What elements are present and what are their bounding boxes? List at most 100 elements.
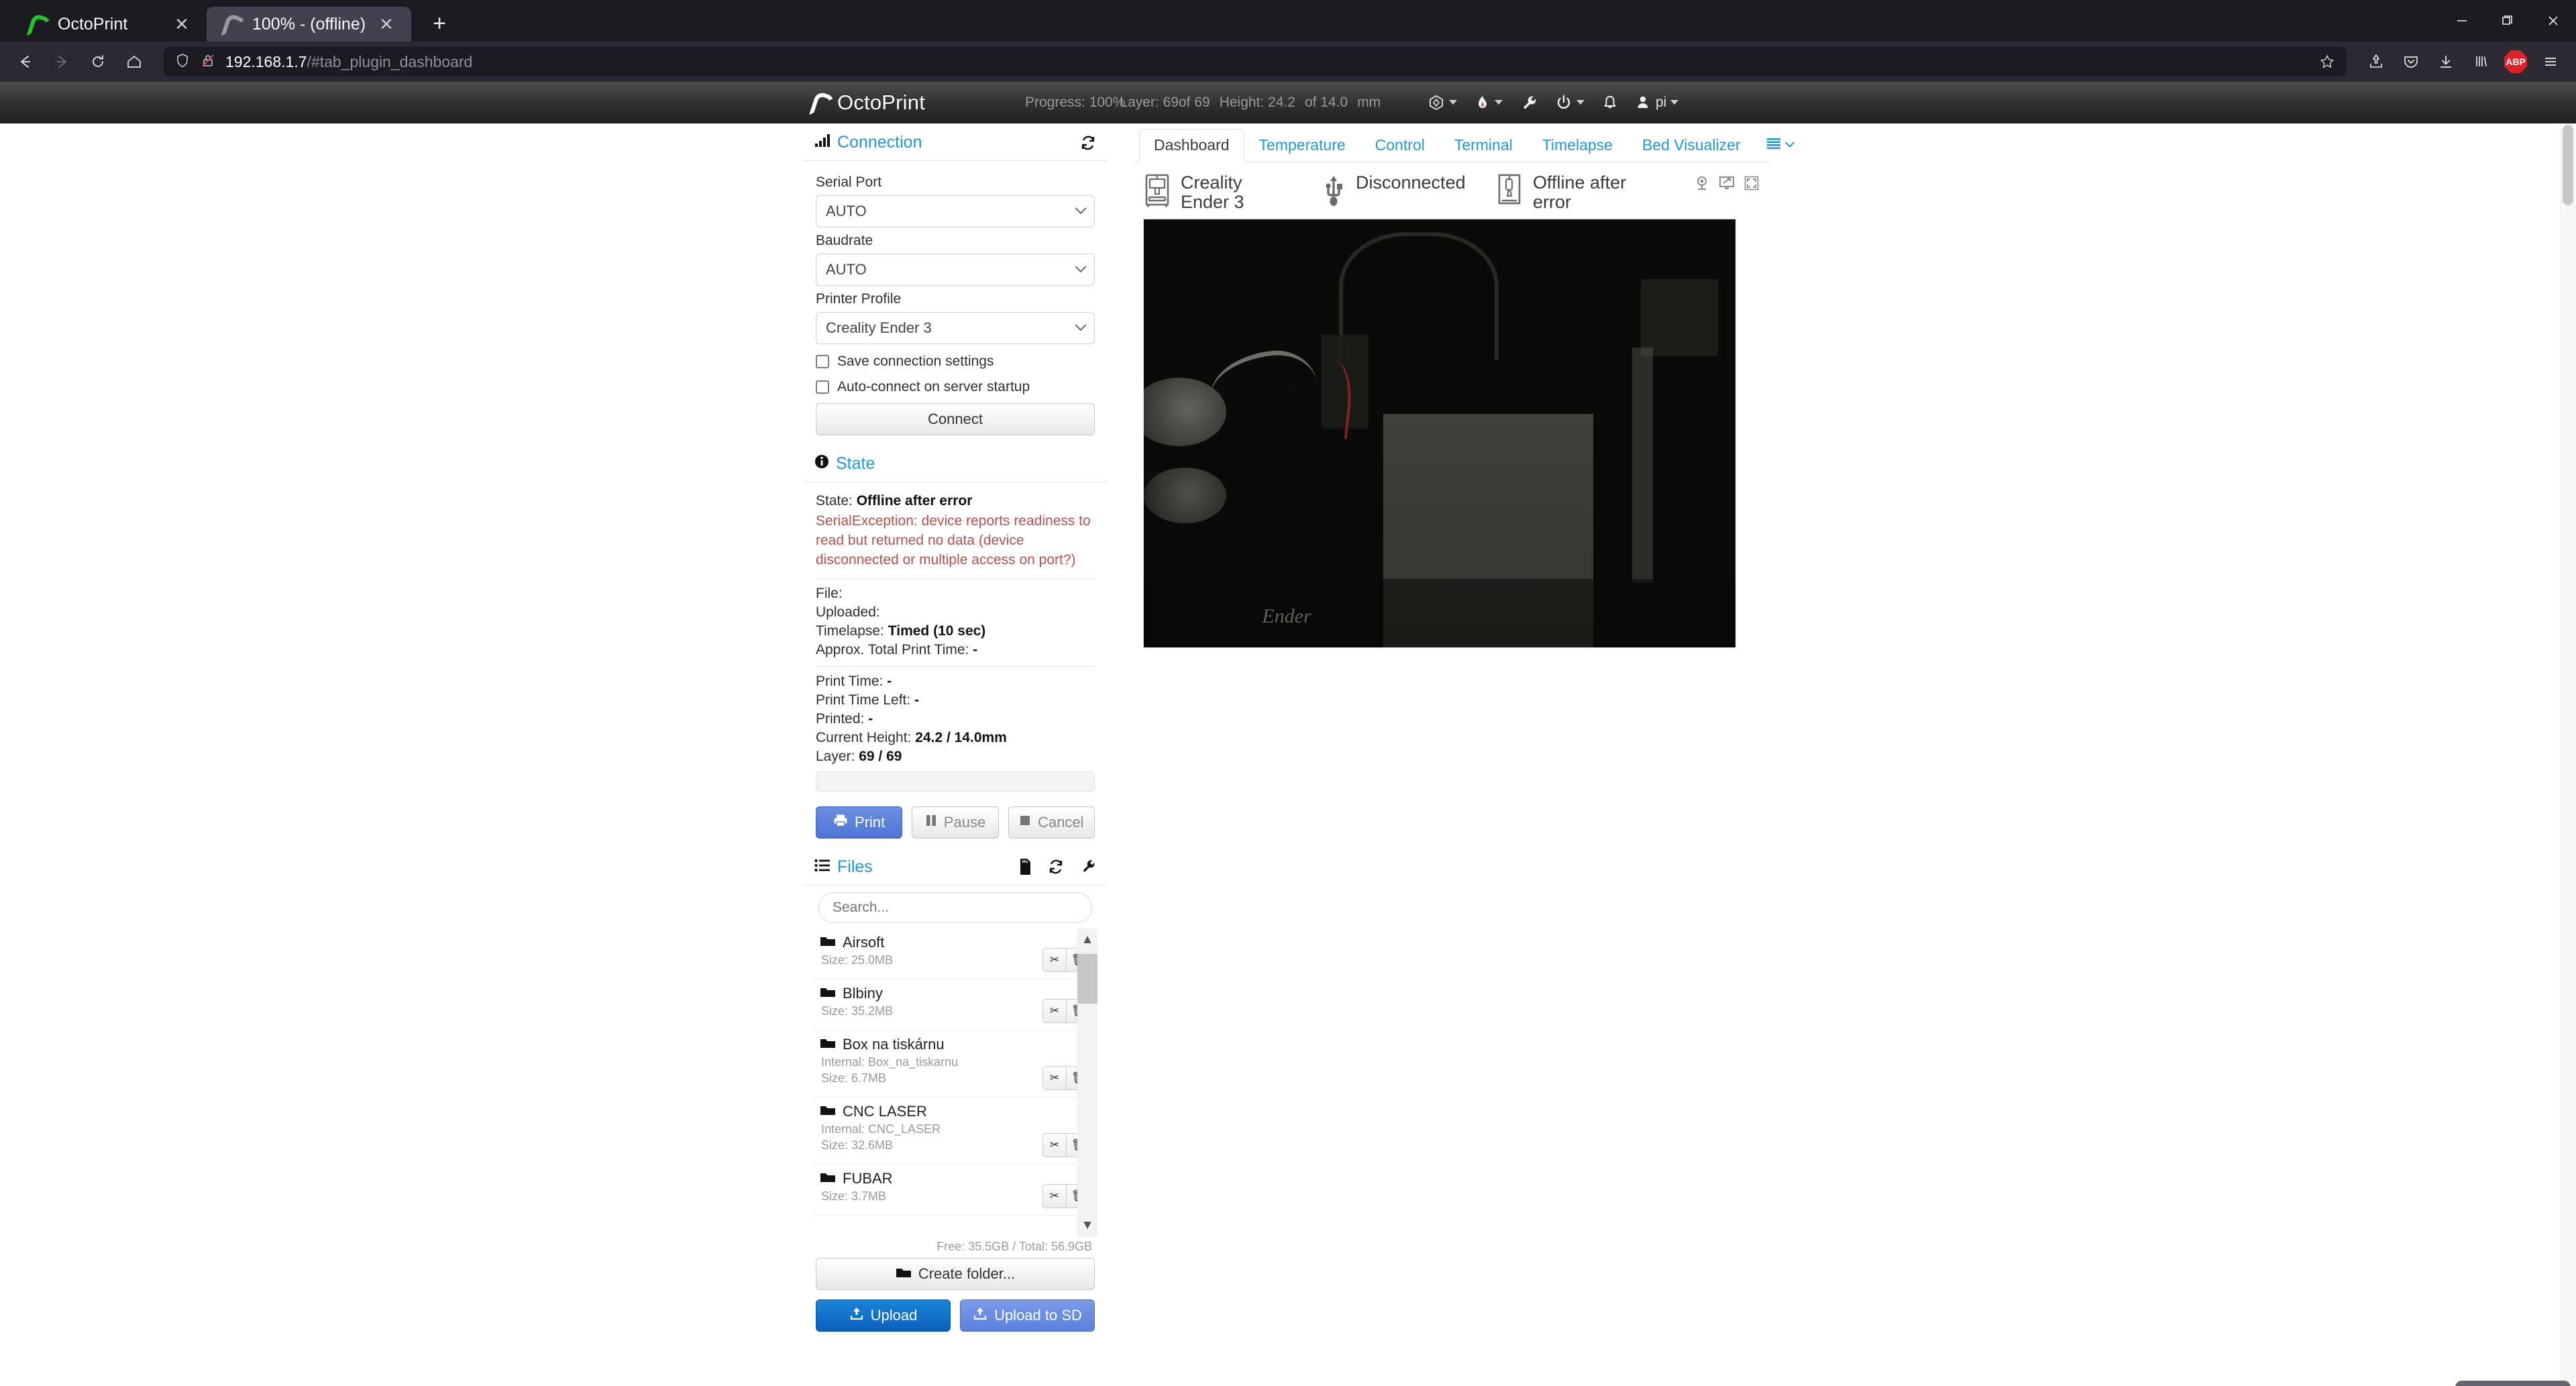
upload-button[interactable]: Upload	[816, 1299, 951, 1332]
status-height-total: of 14.0	[1304, 94, 1348, 110]
printer-3d-icon	[1143, 173, 1171, 211]
shield-icon[interactable]	[174, 52, 191, 72]
state-row-timelapse: Timelapse: Timed (10 sec)	[816, 623, 1095, 639]
cancel-button[interactable]: Cancel	[1008, 806, 1095, 839]
browser-tab-offline[interactable]: 100% - (offline) ✕	[207, 7, 412, 42]
bookmark-star-icon[interactable]	[2318, 53, 2336, 70]
status-layer-total: of 69	[1178, 94, 1210, 110]
row-value: -	[887, 673, 892, 689]
notifications-bell-icon[interactable]	[1602, 94, 1618, 111]
state-row-total-print-time: Approx. Total Print Time: -	[816, 642, 1095, 658]
files-list[interactable]: Airsoft Size: 25.0MB ✂ 🗑 Blbiny	[813, 928, 1097, 1237]
dashboard-connection-widget: Disconnected	[1321, 173, 1495, 211]
app-menu-icon[interactable]	[2534, 46, 2567, 78]
user-menu[interactable]: pi	[1635, 94, 1679, 111]
print-button[interactable]: Print	[816, 806, 903, 839]
octoprint-status-summary: Progress: 100% Layer: 69 of 69 Height: 2…	[1025, 95, 1390, 111]
new-tab-button[interactable]: +	[426, 12, 453, 35]
serial-port-select[interactable]: AUTO	[816, 195, 1095, 227]
octoprint-brand[interactable]: OctoPrint	[809, 91, 925, 115]
tab-terminal[interactable]: Terminal	[1440, 129, 1527, 162]
browser-tab-octoprint[interactable]: OctoPrint ✕	[12, 7, 207, 42]
file-move-icon[interactable]: ✂	[1042, 947, 1067, 972]
file-move-icon[interactable]: ✂	[1042, 998, 1067, 1023]
file-move-icon[interactable]: ✂	[1042, 1132, 1067, 1157]
browser-tabstrip: OctoPrint ✕ 100% - (offline) ✕ +	[0, 0, 2576, 42]
create-folder-button[interactable]: Create folder...	[816, 1257, 1095, 1290]
scrollbar-thumb[interactable]	[1077, 953, 1097, 1004]
forward-arrow-icon[interactable]	[46, 46, 78, 78]
state-panel-header[interactable]: State	[804, 445, 1107, 482]
file-list-item[interactable]: Airsoft Size: 25.0MB ✂ 🗑	[813, 928, 1097, 979]
page-scrollbar-thumb[interactable]	[2563, 125, 2573, 205]
files-title-text: Files	[837, 857, 873, 876]
temperature-flame-icon[interactable]	[1474, 94, 1503, 111]
main-tab-bar: Dashboard Temperature Control Terminal T…	[1134, 123, 1794, 162]
pause-button[interactable]: Pause	[912, 806, 999, 839]
file-list-item[interactable]: CNC LASER Internal: CNC_LASER Size: 32.6…	[813, 1098, 1097, 1165]
downloads-icon[interactable]	[2430, 46, 2462, 78]
files-search-input[interactable]	[818, 892, 1092, 923]
save-connection-settings-checkbox[interactable]: Save connection settings	[816, 354, 1095, 370]
connection-panel-header[interactable]: Connection	[804, 123, 1107, 161]
close-button[interactable]	[2530, 0, 2576, 42]
webcam-icon[interactable]	[1695, 176, 1709, 194]
power-icon[interactable]	[1555, 94, 1585, 111]
status-units: mm	[1357, 94, 1381, 110]
restore-button[interactable]	[2485, 0, 2530, 42]
tab-overflow-menu[interactable]	[1756, 130, 1804, 162]
folder-icon	[896, 1265, 912, 1283]
tab-temperature[interactable]: Temperature	[1244, 129, 1360, 162]
rotate-screen-icon[interactable]	[1719, 176, 1735, 194]
webcam-filament-tube	[1207, 345, 1318, 397]
tab-close-icon[interactable]: ✕	[376, 15, 396, 33]
fullscreen-icon[interactable]	[1744, 176, 1759, 194]
pocket-icon[interactable]	[2395, 46, 2427, 78]
pause-button-label: Pause	[943, 813, 986, 831]
file-move-icon[interactable]: ✂	[1042, 1065, 1067, 1090]
library-icon[interactable]	[2465, 46, 2497, 78]
state-row-print-time: Print Time: -	[816, 674, 1095, 690]
file-move-icon[interactable]: ✂	[1042, 1183, 1067, 1208]
webcam-stream[interactable]: Ender	[1143, 218, 1736, 648]
printer-profile-icon[interactable]	[1428, 94, 1457, 111]
back-arrow-icon[interactable]	[9, 46, 42, 78]
scroll-up-icon[interactable]: ▲	[1077, 928, 1097, 951]
home-icon[interactable]	[118, 46, 150, 78]
adblock-plus-icon[interactable]: ABP	[2500, 46, 2532, 78]
tab-title: 100% - (offline)	[252, 14, 366, 34]
tab-dashboard[interactable]: Dashboard	[1139, 129, 1244, 162]
row-label: Timelapse:	[816, 623, 884, 639]
tab-close-icon[interactable]: ✕	[172, 15, 192, 33]
connect-button[interactable]: Connect	[816, 403, 1095, 435]
insecure-lock-icon[interactable]	[200, 52, 216, 72]
sd-card-icon[interactable]	[1018, 858, 1032, 875]
settings-wrench-icon[interactable]	[1520, 94, 1538, 111]
file-list-item[interactable]: FUBAR Size: 3.7MB ✂ 🗑	[813, 1165, 1097, 1216]
minimize-button[interactable]	[2439, 0, 2485, 42]
url-bar[interactable]: 192.168.1.7/#tab_plugin_dashboard	[164, 47, 2347, 76]
usb-icon	[1321, 173, 1346, 211]
files-panel-header[interactable]: Files	[804, 848, 1107, 886]
files-refresh-icon[interactable]	[1048, 859, 1064, 875]
file-list-item[interactable]: Blbiny Size: 35.2MB ✂ 🗑	[813, 979, 1097, 1030]
files-wrench-icon[interactable]	[1080, 859, 1096, 875]
baudrate-select[interactable]: AUTO	[816, 254, 1095, 286]
file-list-item[interactable]: Box na tiskárnu Internal: Box_na_tiskarn…	[813, 1030, 1097, 1098]
printer-icon	[833, 814, 848, 831]
connection-panel-title: Connection	[814, 133, 1080, 152]
auto-connect-checkbox[interactable]: Auto-connect on server startup	[816, 379, 1095, 395]
reload-icon[interactable]	[82, 46, 114, 78]
connection-refresh-icon[interactable]	[1080, 135, 1096, 151]
page-scrollbar[interactable]: ▲ ▼	[2560, 123, 2576, 1386]
auto-connect-label: Auto-connect on server startup	[837, 379, 1030, 394]
tab-timelapse[interactable]: Timelapse	[1527, 129, 1627, 162]
scroll-down-icon[interactable]: ▼	[1077, 1214, 1097, 1237]
tab-control[interactable]: Control	[1360, 129, 1440, 162]
tab-bed-visualizer[interactable]: Bed Visualizer	[1627, 129, 1756, 162]
webcam-spool-lower	[1144, 467, 1227, 523]
upload-to-sd-button[interactable]: Upload to SD	[960, 1299, 1095, 1332]
save-to-pocket-icon[interactable]	[2360, 46, 2392, 78]
files-list-scrollbar[interactable]: ▲ ▼	[1077, 928, 1097, 1237]
printer-profile-select[interactable]: Creality Ender 3	[816, 312, 1095, 344]
